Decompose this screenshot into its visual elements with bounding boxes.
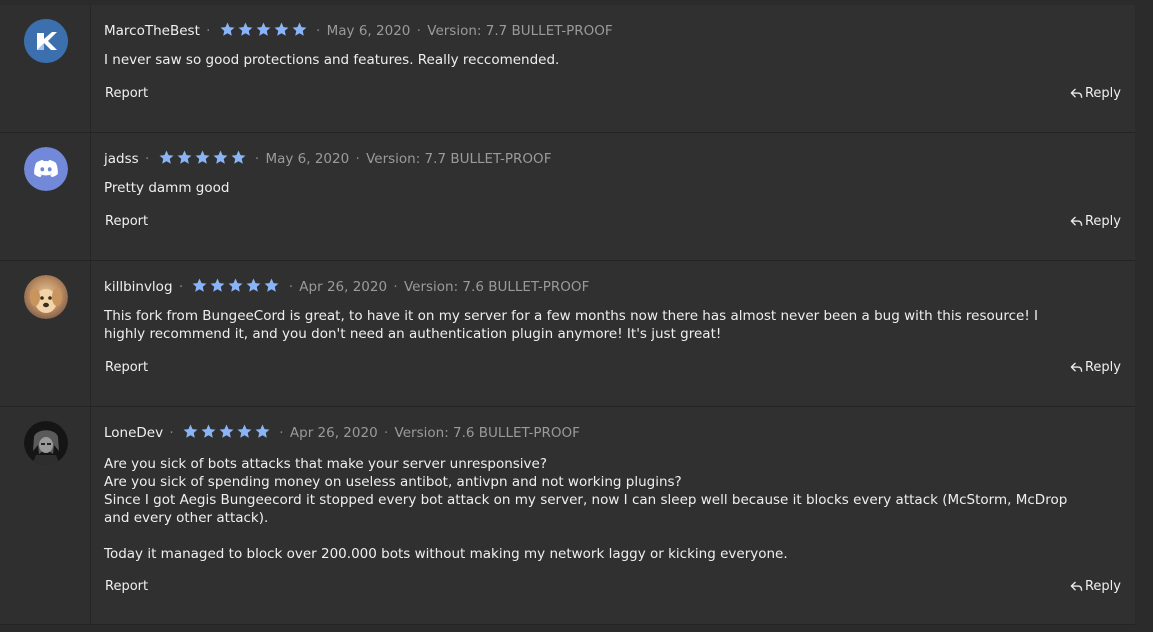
review-date[interactable]: May 6, 2020 [327,23,411,39]
brand-logo-icon [24,19,68,63]
reply-icon [1070,88,1083,98]
star-icon [177,150,192,164]
separator: · [383,425,389,441]
report-link[interactable]: Report [105,86,148,101]
reply-button[interactable]: Reply [1070,360,1121,375]
star-icon [210,278,225,292]
star-icon [231,150,246,164]
report-link[interactable]: Report [105,360,148,375]
review-version: Version: 7.6 BULLET-PROOF [403,279,590,295]
avatar[interactable] [24,421,68,465]
review-meta: MarcoTheBest · · May 6, 2020 · Version: … [104,21,613,39]
reply-icon [1070,362,1083,372]
star-icon [220,22,235,36]
discord-icon [24,147,68,191]
reply-label: Reply [1084,360,1121,375]
separator: · [178,279,184,295]
avatar-column [0,5,91,132]
star-icon [213,150,228,164]
review-text: Pretty damm good [104,180,230,196]
star-icon [274,22,289,36]
reply-icon [1070,216,1083,226]
reply-label: Reply [1084,579,1121,594]
star-icon [195,150,210,164]
star-icon [183,424,198,438]
star-icon [192,278,207,292]
username[interactable]: MarcoTheBest [104,23,200,39]
separator: · [279,425,284,441]
review-text: This fork from BungeeCord is great, to h… [104,308,1038,342]
review-date[interactable]: May 6, 2020 [265,151,349,167]
avatar-column [0,133,91,260]
star-icon [237,424,252,438]
reply-button[interactable]: Reply [1070,579,1121,594]
review-date[interactable]: Apr 26, 2020 [290,425,378,441]
avatar[interactable] [24,275,68,319]
review-body: MarcoTheBest · · May 6, 2020 · Version: … [104,5,1121,132]
review-text: Are you sick of bots attacks that make y… [104,456,1068,562]
reply-label: Reply [1084,86,1121,101]
avatar[interactable] [24,19,68,63]
separator: · [254,151,260,167]
dark-character-icon [24,421,68,465]
star-icon [264,278,279,292]
star-icon [201,424,216,438]
username[interactable]: jadss [104,151,139,167]
separator: · [288,279,293,295]
review-body: LoneDev · · Apr 26, 2020 · Version: 7.6 … [104,407,1121,624]
star-icon [255,424,270,438]
username[interactable]: killbinvlog [104,279,173,295]
review-version: Version: 7.7 BULLET-PROOF [366,151,552,167]
review-body: jadss · · May 6, 2020 · Version: 7.7 BUL… [104,133,1121,260]
review-version: Version: 7.6 BULLET-PROOF [394,425,580,441]
review-meta: LoneDev · · Apr 26, 2020 · Version: 7.6 … [104,423,580,441]
separator: · [206,23,211,39]
separator: · [316,23,321,39]
separator: · [355,151,360,167]
separator: · [393,279,398,295]
reply-button[interactable]: Reply [1070,86,1121,101]
dog-photo-icon [24,275,68,319]
review-version: Version: 7.7 BULLET-PROOF [427,23,613,39]
review-item: killbinvlog · · Apr 26, 2020 · Version: … [0,261,1135,407]
avatar[interactable] [24,147,68,191]
star-icon [256,22,271,36]
star-icon [238,22,253,36]
review-meta: killbinvlog · · Apr 26, 2020 · Version: … [104,277,589,295]
review-list: MarcoTheBest · · May 6, 2020 · Version: … [0,5,1135,625]
report-link[interactable]: Report [105,579,148,594]
rating-stars [191,277,280,294]
separator: · [169,425,174,441]
star-icon [219,424,234,438]
review-item: MarcoTheBest · · May 6, 2020 · Version: … [0,5,1135,133]
review-meta: jadss · · May 6, 2020 · Version: 7.7 BUL… [104,149,551,167]
review-item: LoneDev · · Apr 26, 2020 · Version: 7.6 … [0,407,1135,625]
reply-icon [1070,581,1083,591]
review-item: jadss · · May 6, 2020 · Version: 7.7 BUL… [0,133,1135,261]
avatar-column [0,261,91,406]
separator: · [416,23,421,39]
star-icon [159,150,174,164]
reply-button[interactable]: Reply [1070,214,1121,229]
review-text: I never saw so good protections and feat… [104,52,560,68]
star-icon [292,22,307,36]
star-icon [228,278,243,292]
rating-stars [219,21,308,38]
separator: · [144,151,150,167]
reply-label: Reply [1084,214,1121,229]
review-body: killbinvlog · · Apr 26, 2020 · Version: … [104,261,1121,406]
report-link[interactable]: Report [105,214,148,229]
avatar-column [0,407,91,624]
review-date[interactable]: Apr 26, 2020 [299,279,387,295]
username[interactable]: LoneDev [104,425,163,441]
rating-stars [158,149,247,166]
star-icon [246,278,261,292]
rating-stars [182,423,271,440]
